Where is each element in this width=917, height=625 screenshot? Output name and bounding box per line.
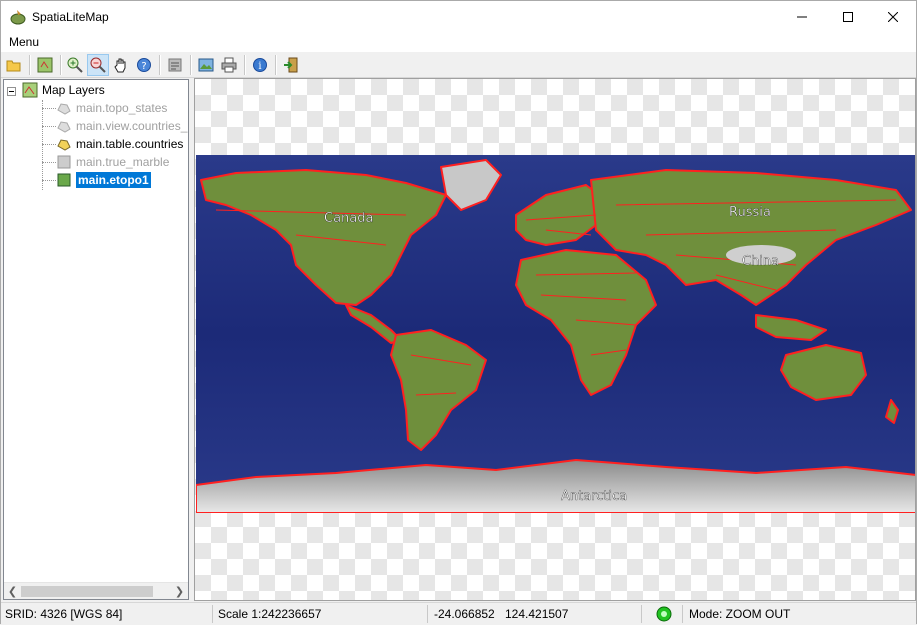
tree-item-label: main.table.countries bbox=[76, 137, 184, 151]
status-scale: Scale 1:242236657 bbox=[218, 607, 322, 621]
tree-item-label: main.etopo1 bbox=[76, 172, 151, 188]
tree-root-label: Map Layers bbox=[42, 83, 105, 97]
print-button[interactable] bbox=[218, 54, 240, 76]
exit-icon bbox=[284, 57, 298, 73]
polygon-layer-icon bbox=[57, 103, 71, 115]
tree-item-layer[interactable]: main.view.countries_ bbox=[56, 117, 187, 135]
maximize-button[interactable] bbox=[825, 1, 871, 32]
zoom-in-icon bbox=[67, 57, 83, 73]
tree-item-layer[interactable]: main.topo_states bbox=[56, 99, 167, 117]
tree-item-label: main.view.countries_ bbox=[76, 119, 188, 133]
title-bar: SpatiaLiteMap bbox=[1, 1, 916, 32]
pan-button[interactable] bbox=[110, 54, 132, 76]
app-window: SpatiaLiteMap Menu ? i Map Layers main.t… bbox=[0, 0, 917, 624]
map-label-canada: Canada bbox=[324, 211, 373, 226]
zoom-out-icon bbox=[90, 57, 106, 73]
layer-tree[interactable]: Map Layers main.topo_states main.view.co… bbox=[3, 79, 189, 600]
world-map: Canada Russia China Antarctica bbox=[196, 155, 915, 513]
map-label-antarctica: Antarctica bbox=[561, 489, 627, 504]
tree-item-label: main.true_marble bbox=[76, 155, 170, 169]
raster-layer-icon bbox=[57, 155, 71, 169]
export-image-button[interactable] bbox=[195, 54, 217, 76]
tree-item-layer[interactable]: main.true_marble bbox=[56, 153, 169, 171]
open-button[interactable] bbox=[3, 54, 25, 76]
status-mode: Mode: ZOOM OUT bbox=[689, 607, 791, 621]
raster-layer-icon bbox=[57, 173, 71, 187]
menu-bar: Menu bbox=[1, 32, 916, 52]
tree-item-layer-selected[interactable]: main.etopo1 bbox=[56, 171, 151, 189]
close-icon bbox=[888, 11, 898, 22]
sql-button[interactable] bbox=[164, 54, 186, 76]
exit-button[interactable] bbox=[280, 54, 302, 76]
scroll-right-icon[interactable]: ❯ bbox=[171, 583, 188, 599]
zoom-out-button[interactable] bbox=[87, 54, 109, 76]
layer-config-icon bbox=[37, 57, 53, 73]
status-bar: SRID: 4326 [WGS 84] Scale 1:242236657 -2… bbox=[1, 602, 916, 624]
polygon-layer-icon bbox=[57, 139, 71, 151]
toolbar: ? i bbox=[1, 52, 916, 78]
minimize-button[interactable] bbox=[779, 1, 825, 32]
map-label-china: China bbox=[742, 254, 779, 269]
identify-button[interactable]: ? bbox=[133, 54, 155, 76]
zoom-in-button[interactable] bbox=[64, 54, 86, 76]
app-globe-icon bbox=[10, 10, 26, 25]
tree-collapse-toggle[interactable] bbox=[7, 87, 16, 96]
tree-horizontal-scrollbar[interactable]: ❮ ❯ bbox=[4, 582, 188, 599]
about-button[interactable]: i bbox=[249, 54, 271, 76]
export-image-icon bbox=[198, 58, 214, 72]
maximize-icon bbox=[843, 11, 853, 22]
map-layers-icon bbox=[22, 82, 38, 98]
identify-icon: ? bbox=[137, 58, 151, 72]
status-led-icon bbox=[656, 606, 672, 622]
layer-config-button[interactable] bbox=[34, 54, 56, 76]
scroll-left-icon[interactable]: ❮ bbox=[4, 583, 21, 599]
minimize-icon bbox=[797, 16, 807, 17]
status-coord-x: -24.066852 bbox=[434, 607, 495, 621]
svg-text:i: i bbox=[258, 61, 261, 72]
sql-icon bbox=[168, 58, 182, 72]
tree-root[interactable]: Map Layers bbox=[22, 81, 105, 99]
tree-item-layer[interactable]: main.table.countries bbox=[56, 135, 183, 153]
pan-icon bbox=[114, 58, 126, 73]
map-label-russia: Russia bbox=[729, 205, 771, 220]
status-indicator bbox=[651, 603, 681, 625]
tree-item-label: main.topo_states bbox=[76, 101, 168, 115]
open-icon bbox=[6, 60, 21, 72]
print-icon bbox=[221, 57, 237, 73]
status-srid: SRID: 4326 [WGS 84] bbox=[5, 607, 123, 621]
menu-menu[interactable]: Menu bbox=[9, 35, 39, 49]
about-icon: i bbox=[253, 58, 267, 72]
polygon-layer-icon bbox=[57, 121, 71, 133]
scroll-thumb[interactable] bbox=[21, 586, 153, 597]
close-button[interactable] bbox=[870, 1, 916, 32]
map-canvas[interactable]: Canada Russia China Antarctica bbox=[194, 78, 916, 601]
status-coord-y: 124.421507 bbox=[505, 607, 569, 621]
window-title: SpatiaLiteMap bbox=[32, 10, 109, 24]
svg-text:?: ? bbox=[141, 61, 146, 72]
